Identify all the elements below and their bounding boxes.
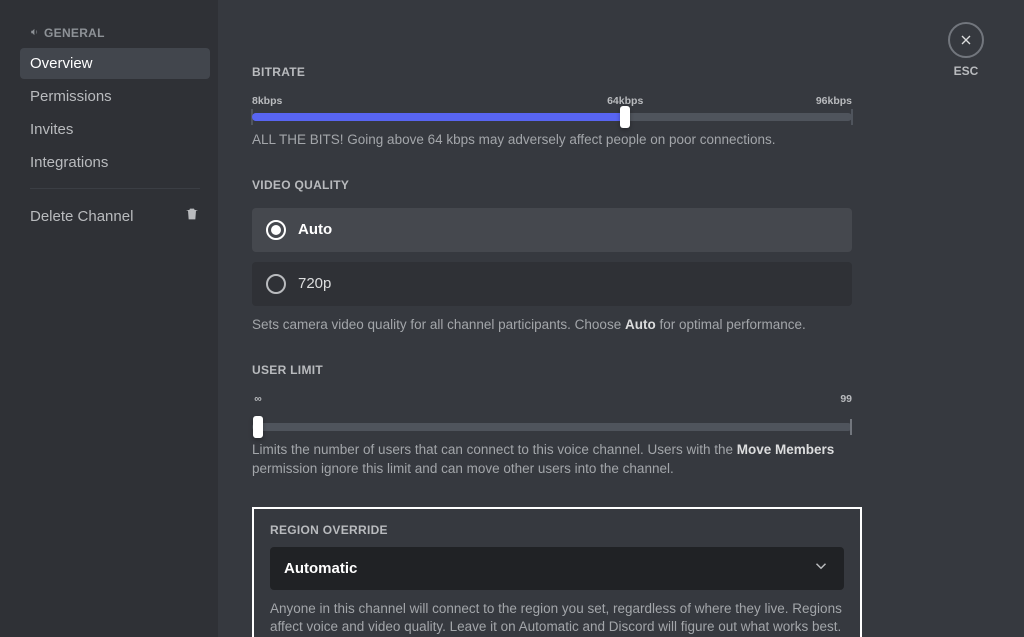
close-button[interactable]: ESC	[948, 22, 984, 78]
video-quality-help: Sets camera video quality for all channe…	[252, 316, 852, 335]
trash-icon	[184, 206, 200, 226]
delete-channel-button[interactable]: Delete Channel	[20, 199, 210, 233]
user-limit-thumb[interactable]	[253, 416, 263, 438]
bitrate-min-label: 8kbps	[252, 95, 282, 107]
bitrate-title: BITRATE	[252, 65, 852, 79]
sidebar-item-permissions[interactable]: Permissions	[20, 81, 210, 112]
user-limit-title: USER LIMIT	[252, 363, 852, 377]
bitrate-track	[252, 113, 852, 121]
radio-icon	[266, 220, 286, 240]
settings-content: ESC BITRATE 8kbps 64kbps 96kbps ALL THE …	[218, 0, 1024, 637]
bitrate-thumb[interactable]	[620, 106, 630, 128]
close-label: ESC	[954, 64, 979, 78]
user-limit-help: Limits the number of users that can conn…	[252, 441, 852, 479]
region-select-value: Automatic	[284, 560, 357, 577]
bitrate-max-label: 96kbps	[816, 95, 852, 107]
region-override-section: REGION OVERRIDE Automatic Anyone in this…	[252, 507, 862, 637]
bitrate-section: BITRATE 8kbps 64kbps 96kbps ALL THE BITS…	[252, 65, 852, 150]
sidebar-item-label: Permissions	[30, 88, 112, 105]
close-icon	[948, 22, 984, 58]
settings-sidebar: GENERAL Overview Permissions Invites Int…	[0, 0, 218, 637]
region-help: Anyone in this channel will connect to t…	[270, 600, 844, 637]
sidebar-header: GENERAL	[20, 20, 210, 46]
user-limit-max-label: 99	[840, 393, 852, 405]
sidebar-item-label: Overview	[30, 55, 93, 72]
sidebar-item-label: Integrations	[30, 154, 108, 171]
sidebar-item-overview[interactable]: Overview	[20, 48, 210, 79]
delete-channel-label: Delete Channel	[30, 208, 133, 225]
chevron-down-icon	[812, 557, 830, 580]
sidebar-separator	[30, 188, 200, 189]
region-title: REGION OVERRIDE	[270, 523, 844, 537]
radio-icon	[266, 274, 286, 294]
user-limit-section: USER LIMIT ∞ 99 Limits the number of use…	[252, 363, 852, 479]
bitrate-slider[interactable]: 8kbps 64kbps 96kbps	[252, 95, 852, 121]
video-quality-auto[interactable]: Auto	[252, 208, 852, 252]
sidebar-item-integrations[interactable]: Integrations	[20, 147, 210, 178]
video-quality-section: VIDEO QUALITY Auto 720p Sets camera vide…	[252, 178, 852, 335]
bitrate-help: ALL THE BITS! Going above 64 kbps may ad…	[252, 131, 852, 150]
video-quality-auto-label: Auto	[298, 221, 332, 238]
region-select[interactable]: Automatic	[270, 547, 844, 590]
video-quality-title: VIDEO QUALITY	[252, 178, 852, 192]
video-quality-720p[interactable]: 720p	[252, 262, 852, 306]
user-limit-min-label: ∞	[254, 393, 262, 405]
video-quality-720p-label: 720p	[298, 275, 331, 292]
volume-icon	[30, 26, 40, 40]
user-limit-slider[interactable]	[252, 423, 852, 431]
sidebar-item-invites[interactable]: Invites	[20, 114, 210, 145]
bitrate-fill	[252, 113, 625, 121]
sidebar-item-label: Invites	[30, 121, 73, 138]
sidebar-header-label: GENERAL	[44, 26, 105, 40]
